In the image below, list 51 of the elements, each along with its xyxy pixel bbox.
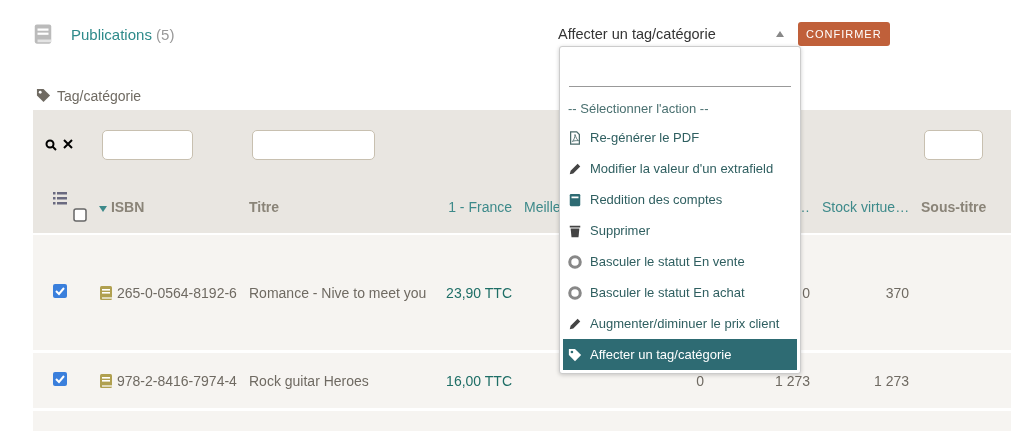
table-cell: 23,90 TTC: [446, 284, 512, 301]
book-icon: [99, 372, 113, 389]
menu-option[interactable]: Re-générer le PDF: [563, 122, 797, 153]
filter-field[interactable]: [102, 130, 193, 160]
filter-field[interactable]: [924, 130, 983, 160]
column-header[interactable]: Meille: [524, 198, 561, 215]
tag-icon: [36, 88, 51, 103]
book-icon: [99, 284, 113, 301]
tag-icon: [568, 347, 582, 362]
column-header[interactable]: Sous-titre: [921, 198, 987, 215]
checkbox[interactable]: [53, 284, 67, 298]
search-icon[interactable]: [45, 139, 57, 151]
menu-option[interactable]: Augmenter/diminuer le prix client: [563, 308, 797, 339]
column-header[interactable]: Titre: [249, 198, 280, 215]
table-cell: 265-0-0564-8192-6: [117, 284, 237, 301]
table-cell: Rock guitar Heroes: [249, 372, 369, 389]
menu-option[interactable]: -- Sélectionner l'action --: [563, 95, 797, 122]
table-cell: 370: [885, 284, 909, 301]
menu-option[interactable]: Modifier la valeur d'un extrafield: [563, 153, 797, 184]
checkbox[interactable]: [73, 207, 87, 222]
table-cell: 1 273: [873, 372, 909, 389]
column-header[interactable]: 1 - France: [448, 198, 512, 215]
book-icon: [33, 23, 53, 45]
trash-icon: [568, 223, 582, 238]
table-cell: 0: [802, 284, 810, 301]
pencil-icon: [568, 161, 582, 176]
book-icon: [568, 192, 582, 207]
table-cell: 16,00 TTC: [446, 372, 512, 389]
checkbox[interactable]: [53, 372, 67, 386]
table-cell: 978-2-8416-7974-4: [117, 372, 237, 389]
column-header[interactable]: ISBN: [99, 198, 145, 215]
circle-icon: [568, 285, 582, 300]
menu-option[interactable]: Affecter un tag/catégorie: [563, 339, 797, 370]
action-select[interactable]: Affecter un tag/catégorie: [558, 26, 794, 42]
close-icon[interactable]: [63, 139, 73, 149]
pdf-file-icon: [568, 130, 582, 145]
confirm-button[interactable]: CONFIRMER: [798, 22, 890, 46]
table-cell: Romance - Nive to meet you: [249, 284, 427, 301]
table-cell: 1 273: [774, 372, 810, 389]
menu-option[interactable]: Basculer le statut En vente: [563, 246, 797, 277]
menu-option[interactable]: Reddition des comptes: [563, 184, 797, 215]
filter-label: Tag/catégorie: [57, 87, 142, 104]
menu-option[interactable]: Supprimer: [563, 215, 797, 246]
section-title[interactable]: Publications (5): [71, 25, 175, 43]
menu-option[interactable]: Basculer le statut En achat: [563, 277, 797, 308]
circle-icon: [568, 254, 582, 269]
filter-field[interactable]: [252, 130, 375, 160]
column-header[interactable]: Stock virtue…: [822, 198, 910, 215]
table-cell: 0: [696, 372, 704, 389]
list-icon[interactable]: [53, 191, 67, 205]
pencil-icon: [568, 316, 582, 331]
